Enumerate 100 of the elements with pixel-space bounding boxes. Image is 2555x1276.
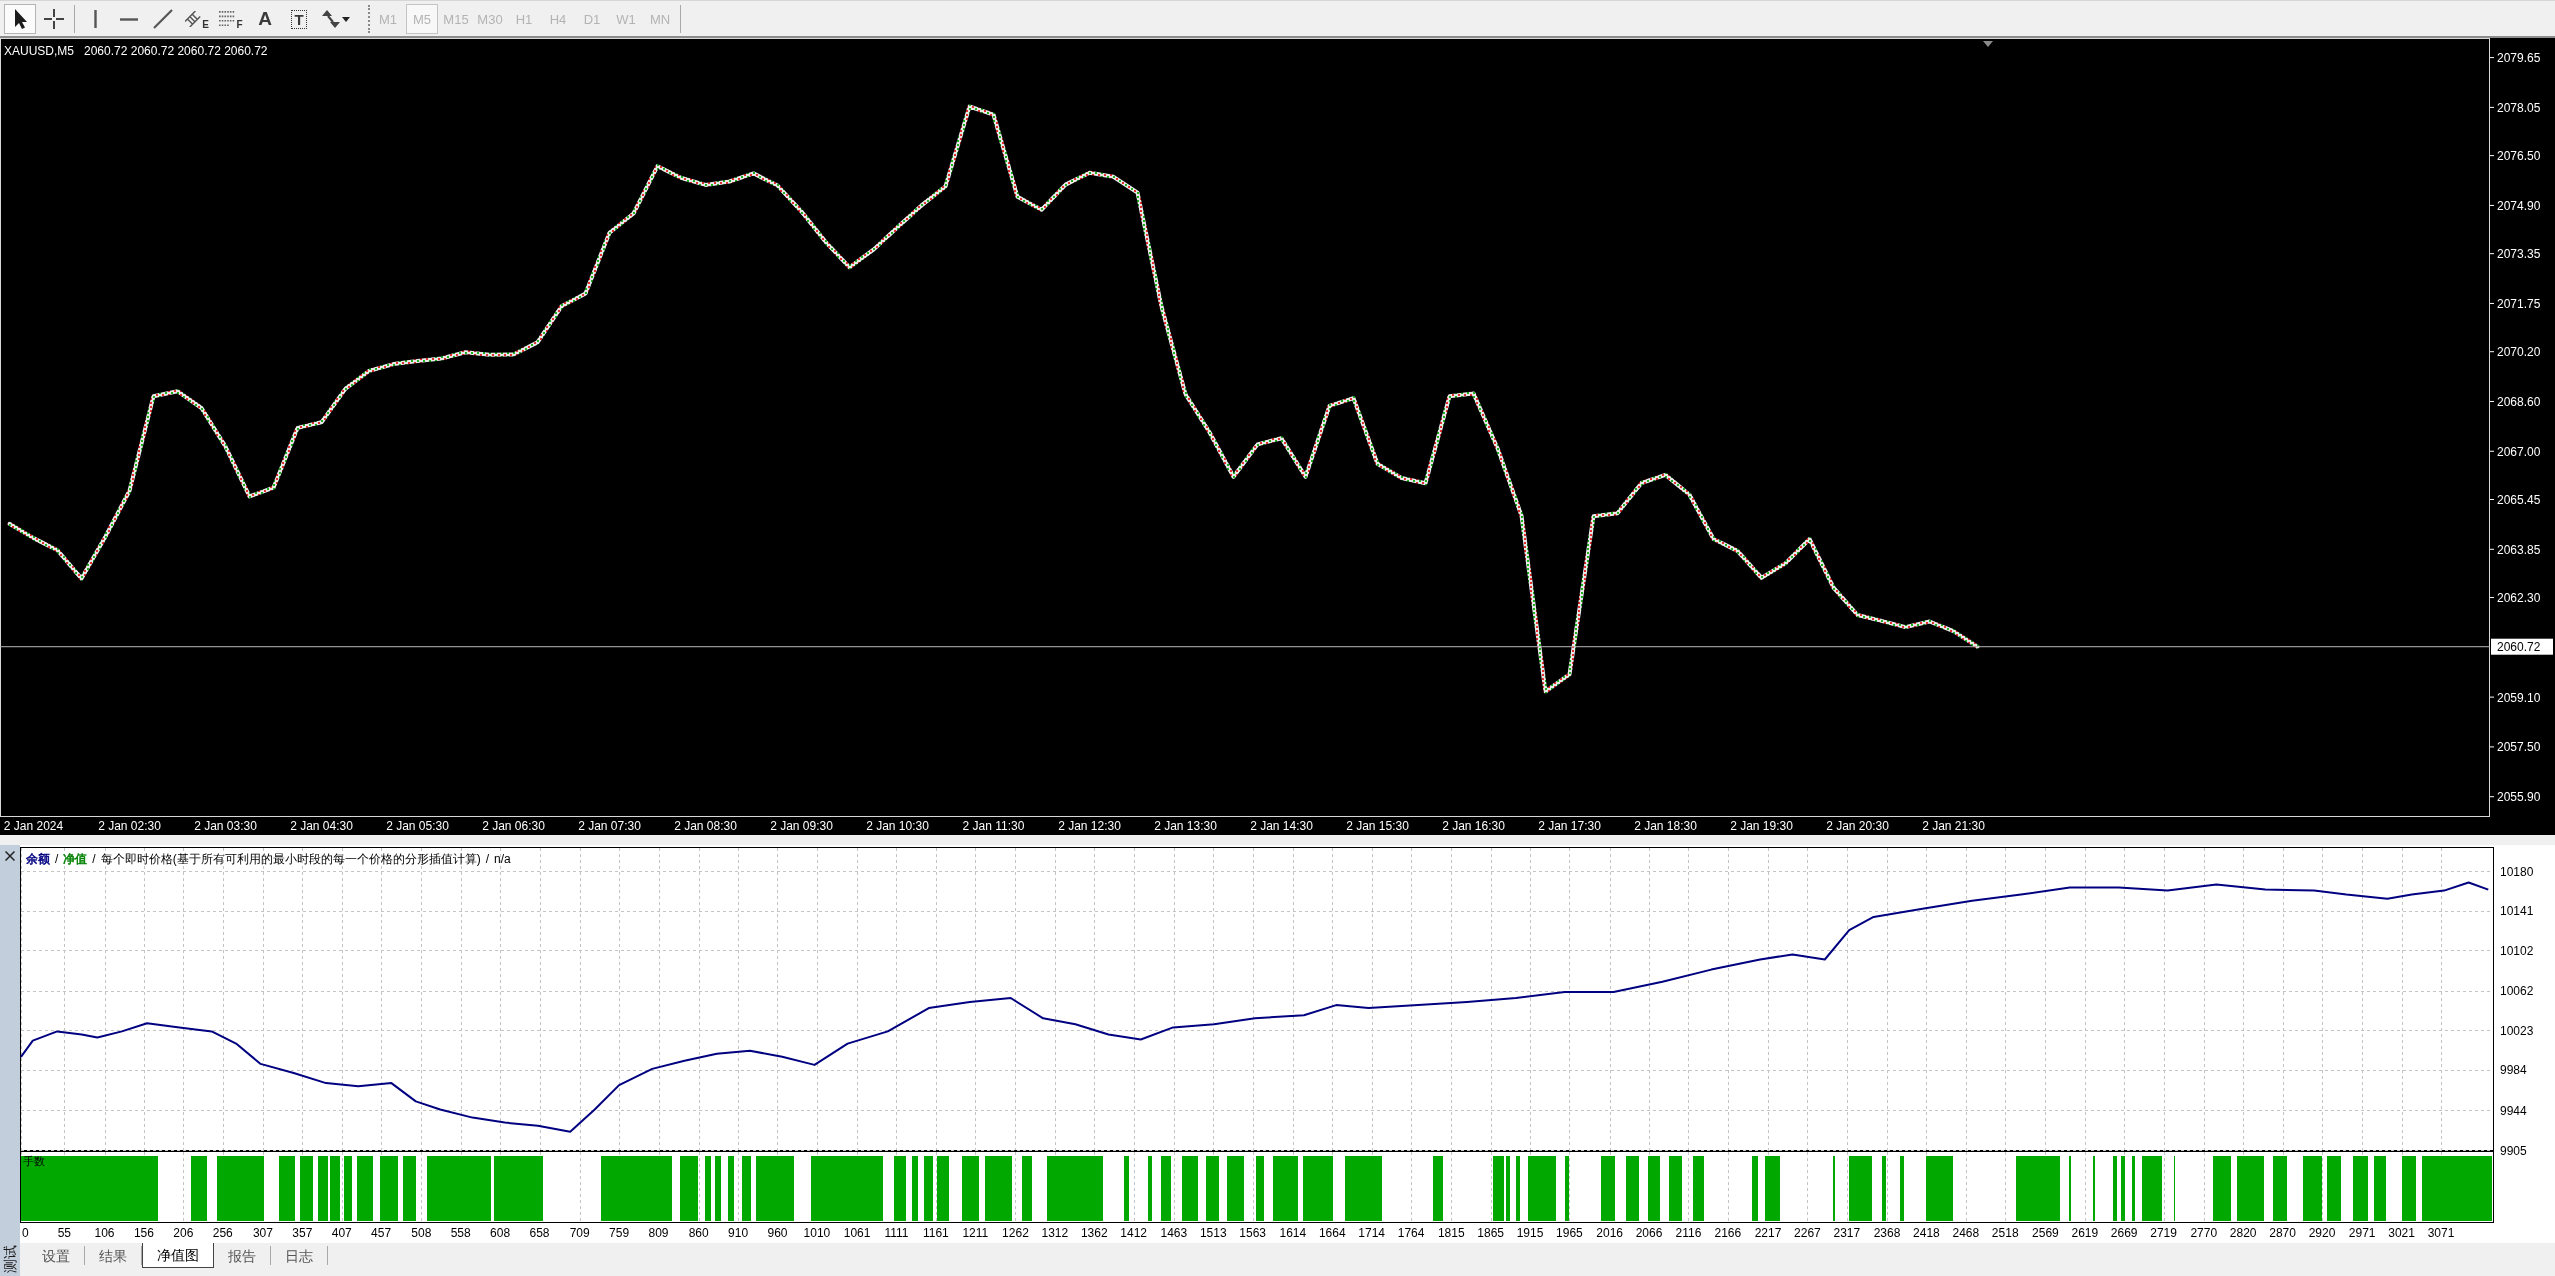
arrows-icon: [321, 9, 341, 29]
price-axis-label: 2073.35: [2497, 247, 2541, 262]
vertical-line-icon: [93, 10, 97, 28]
trade-axis-label: 1211: [962, 1226, 989, 1240]
trade-axis-label: 1412: [1120, 1226, 1148, 1240]
trade-axis-label: 608: [490, 1226, 511, 1240]
trade-axis-label: 2569: [2032, 1226, 2059, 1240]
tab[interactable]: 日志: [271, 1246, 328, 1265]
trade-axis-label: 960: [767, 1226, 788, 1240]
trade-axis-label: 256: [212, 1226, 233, 1240]
time-axis-label: 2 Jan 18:30: [1634, 819, 1697, 833]
legend-text: /: [55, 851, 59, 867]
toolbar-grip-handle[interactable]: [368, 5, 370, 33]
legend-text: n/a: [494, 851, 511, 867]
trade-axis-label: 2669: [2110, 1226, 2138, 1240]
price-axis-label: 2079.65: [2497, 51, 2541, 66]
time-axis-label: 2 Jan 19:30: [1730, 819, 1793, 833]
close-button[interactable]: [3, 849, 17, 863]
trade-axis-label: 357: [292, 1226, 313, 1240]
trade-axis-label: 106: [94, 1226, 115, 1240]
trade-axis-label: 55: [57, 1226, 71, 1240]
trade-axis-label: 2719: [2150, 1226, 2177, 1240]
price-axis-label: 2062.30: [2497, 591, 2541, 606]
equity-axis-label: 9944: [2500, 1104, 2527, 1118]
time-axis-label: 2 Jan 2024: [3, 819, 64, 833]
trade-axis-label: 0: [22, 1226, 29, 1240]
trade-axis-label: 558: [450, 1226, 471, 1240]
price-axis-label: 2055.90: [2497, 790, 2541, 805]
price-axis-label: 2076.50: [2497, 149, 2541, 164]
time-axis-label: 2 Jan 21:30: [1922, 819, 1985, 833]
equity-axis-label: 10062: [2500, 984, 2534, 999]
trade-axis-label: 2619: [2071, 1226, 2099, 1240]
trade-axis-label: 2317: [1833, 1226, 1861, 1240]
price-axis-label: 2067.00: [2497, 444, 2541, 459]
triangle-marker-icon[interactable]: [1983, 41, 1993, 47]
trade-axis-label: 2770: [2190, 1226, 2218, 1240]
trade-axis-label: 809: [648, 1226, 669, 1240]
tab[interactable]: 设置: [28, 1246, 85, 1265]
time-axis-label: 2 Jan 11:30: [962, 819, 1025, 833]
trade-axis-label: 1312: [1041, 1226, 1069, 1240]
trade-axis-label: 2066: [1635, 1226, 1663, 1240]
channel-tool-button[interactable]: E: [181, 4, 213, 34]
time-axis-label: 2 Jan 06:30: [482, 819, 545, 833]
price-axis-label: 2059.10: [2497, 690, 2541, 705]
ref-line-label: 2060.72: [2497, 640, 2541, 655]
tab[interactable]: 净值图: [142, 1243, 214, 1268]
trade-axis-label: 1061: [843, 1226, 871, 1240]
trade-axis-label: 3021: [2388, 1226, 2415, 1240]
time-axis-label: 2 Jan 16:30: [1442, 819, 1505, 833]
price-axis-label: 2071.75: [2497, 296, 2541, 311]
trade-axis-label: 2368: [1873, 1226, 1901, 1240]
price-axis-label: 2057.50: [2497, 740, 2541, 755]
legend-label: 净值: [63, 851, 88, 867]
trade-axis-label: 1764: [1397, 1226, 1425, 1240]
legend-label: 余额: [26, 851, 50, 867]
text-tool-button[interactable]: A: [249, 4, 281, 34]
text-label-tool-button[interactable]: T: [283, 4, 315, 34]
trade-axis-label: 1563: [1239, 1226, 1266, 1240]
trade-axis-label: 508: [411, 1226, 432, 1240]
trend-line-icon: [153, 9, 173, 29]
time-axis-label: 2 Jan 13:30: [1154, 819, 1217, 833]
trade-axis-label: 1915: [1516, 1226, 1544, 1240]
time-axis-label: 2 Jan 14:30: [1250, 819, 1313, 833]
trade-axis-label: 1463: [1160, 1226, 1188, 1240]
trade-axis-label: 2116: [1675, 1226, 1702, 1240]
chart-prices: 2060.72 2060.72 2060.72 2060.72: [84, 43, 268, 59]
trade-axis-label: 457: [371, 1226, 392, 1240]
cursor-tool-button[interactable]: [4, 4, 36, 34]
trade-axis-label: 407: [331, 1226, 352, 1240]
trade-axis-label: 1865: [1477, 1226, 1504, 1240]
trade-axis-label: 2518: [1991, 1226, 2019, 1240]
trade-axis-label: 2870: [2269, 1226, 2296, 1240]
horizontal-line-icon: [120, 17, 138, 21]
time-axis-label: 2 Jan 12:30: [1058, 819, 1121, 833]
time-axis-label: 2 Jan 04:30: [290, 819, 353, 833]
trade-axis-label: 2267: [1794, 1226, 1821, 1240]
crosshair-icon: [44, 9, 64, 29]
time-axis-label: 2 Jan 05:30: [386, 819, 449, 833]
trade-axis-label: 1362: [1080, 1226, 1108, 1240]
price-axis-label: 2063.85: [2497, 542, 2541, 557]
trade-axis-label: 156: [133, 1226, 154, 1240]
parallel-lines-icon: [185, 11, 202, 27]
trade-axis-label: 2468: [1952, 1226, 1980, 1240]
trade-axis-label: 658: [529, 1226, 550, 1240]
chart-symbol: XAUUSD,M5: [4, 43, 74, 59]
trade-axis-label: 2166: [1714, 1226, 1742, 1240]
trade-axis-label: 1262: [1002, 1226, 1029, 1240]
trade-axis-label: 2971: [2348, 1226, 2376, 1240]
time-axis-label: 2 Jan 10:30: [866, 819, 929, 833]
tab[interactable]: 报告: [214, 1246, 271, 1265]
trade-axis-label: 3071: [2427, 1226, 2455, 1240]
trade-axis-label: 206: [173, 1226, 194, 1240]
trade-axis-label: 1614: [1279, 1226, 1307, 1240]
trade-axis-label: 1010: [803, 1226, 831, 1240]
fibonacci-tool-button[interactable]: F: [215, 4, 247, 34]
trade-axis-label: 910: [728, 1226, 749, 1240]
trade-axis-label: 709: [569, 1226, 590, 1240]
trade-axis-label: 759: [609, 1226, 630, 1240]
trade-axis-label: 1161: [923, 1226, 949, 1240]
legend-text: 每个即时价格(基于所有可利用的最小时段的每一个价格的分形插值计算): [100, 851, 481, 867]
